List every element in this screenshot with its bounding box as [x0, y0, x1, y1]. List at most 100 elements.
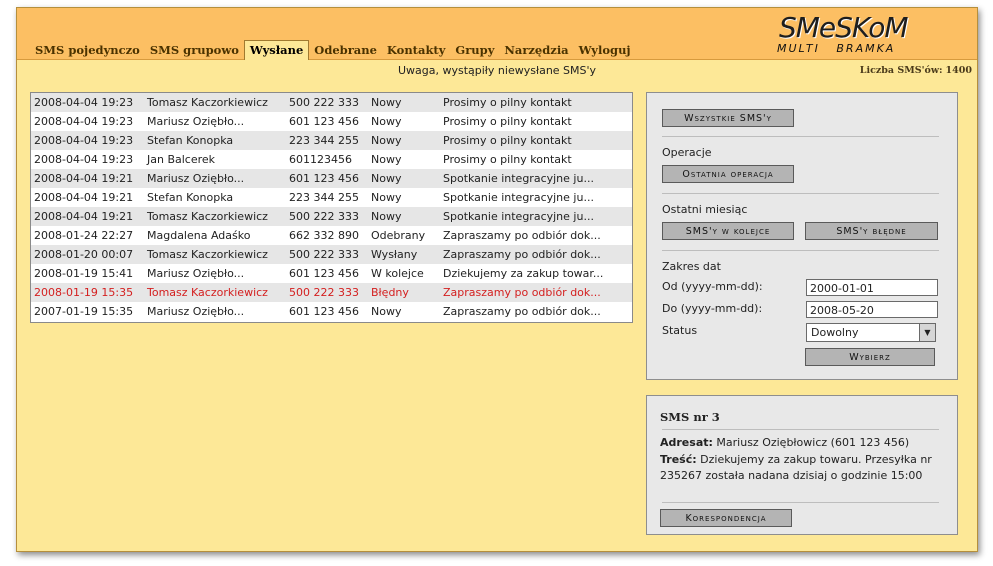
last-operation-button[interactable]: Ostatnia operacja	[662, 165, 794, 183]
cell-name: Stefan Konopka	[144, 131, 286, 150]
cell-text: Zapraszamy po odbiór dok...	[440, 245, 632, 264]
cell-text: Dziekujemy za zakup towar...	[440, 264, 632, 283]
all-sms-button[interactable]: Wszystkie SMS'y	[662, 109, 794, 127]
separator	[662, 429, 939, 430]
sent-messages-table: 2008-04-04 19:23 Tomasz Kaczorkiewicz 500 …	[30, 92, 633, 323]
recipient-line: Adresat: Mariusz Oziębłowicz (601 123 45…	[660, 435, 943, 451]
content-label: Treść:	[660, 453, 697, 466]
cell-text: Zapraszamy po odbiór dok...	[440, 283, 632, 302]
separator	[662, 193, 939, 194]
nav-tab[interactable]: Narzędzia	[499, 41, 573, 59]
table-row[interactable]: 2008-04-04 19:23 Stefan Konopka 223 344 25…	[31, 131, 632, 150]
cell-text: Prosimy o pilny kontakt	[440, 93, 632, 112]
nav-tab[interactable]: SMS pojedynczo	[30, 41, 145, 59]
cell-text: Zapraszamy po odbiór dok...	[440, 226, 632, 245]
date-range-label: Zakres dat	[662, 260, 721, 273]
table-row[interactable]: 2008-01-20 00:07 Tomasz Kaczorkiewicz 500 …	[31, 245, 632, 264]
table-row[interactable]: 2008-01-19 15:35 Tomasz Kaczorkiewicz 500 …	[31, 283, 632, 302]
separator	[662, 250, 939, 251]
table-row[interactable]: 2008-04-04 19:21 Mariusz Oziębło... 601 12…	[31, 169, 632, 188]
warning-message: Uwaga, wystąpiły niewysłane SMS'y	[397, 64, 597, 77]
recipient-label: Adresat:	[660, 436, 713, 449]
cell-phone: 500 222 333	[286, 245, 368, 264]
choose-button[interactable]: Wybierz	[805, 348, 935, 366]
cell-date: 2008-01-19 15:41	[31, 264, 144, 283]
cell-text: Spotkanie integracyjne ju...	[440, 169, 632, 188]
cell-phone: 500 222 333	[286, 93, 368, 112]
table-row[interactable]: 2008-04-04 19:23 Tomasz Kaczorkiewicz 500 …	[31, 93, 632, 112]
separator	[662, 502, 939, 503]
operations-label: Operacje	[662, 146, 712, 159]
filter-panel: Wszystkie SMS'y Operacje Ostatnia operac…	[646, 92, 958, 380]
app-window: SMS pojedynczo SMS grupowo Wysłane Odebrane…	[16, 7, 978, 552]
cell-name: Mariusz Oziębło...	[144, 302, 286, 321]
nav-tab[interactable]: Odebrane	[309, 41, 382, 59]
status-select-value: Dowolny	[811, 326, 859, 339]
cell-text: Prosimy o pilny kontakt	[440, 112, 632, 131]
cell-date: 2008-01-20 00:07	[31, 245, 144, 264]
correspondence-button[interactable]: Korespondencja	[660, 509, 792, 527]
cell-phone: 223 344 255	[286, 188, 368, 207]
cell-status: Nowy	[368, 169, 440, 188]
table-row[interactable]: 2007-01-19 15:35 Mariusz Oziębło... 601 12…	[31, 302, 632, 321]
cell-status: Nowy	[368, 302, 440, 321]
main-nav: SMS pojedynczo SMS grupowo Wysłane Odebrane…	[30, 40, 636, 60]
sent-messages-body: 2008-04-04 19:23 Tomasz Kaczorkiewicz 500 …	[31, 93, 632, 321]
cell-text: Zapraszamy po odbiór dok...	[440, 302, 632, 321]
cell-name: Tomasz Kaczorkiewicz	[144, 283, 286, 302]
cell-date: 2008-04-04 19:21	[31, 169, 144, 188]
logo-subtitle: MULTI BRAMKA	[777, 42, 896, 55]
status-select[interactable]: Dowolny ▼	[806, 323, 936, 342]
cell-name: Stefan Konopka	[144, 188, 286, 207]
nav-tab[interactable]: Kontakty	[382, 41, 451, 59]
cell-status: Nowy	[368, 112, 440, 131]
cell-name: Jan Balcerek	[144, 150, 286, 169]
cell-status: Nowy	[368, 207, 440, 226]
cell-text: Spotkanie integracyjne ju...	[440, 188, 632, 207]
cell-status: Nowy	[368, 150, 440, 169]
cell-name: Tomasz Kaczorkiewicz	[144, 93, 286, 112]
table-row[interactable]: 2008-01-24 22:27 Magdalena Adaśko 662 332 …	[31, 226, 632, 245]
cell-name: Tomasz Kaczorkiewicz	[144, 245, 286, 264]
cell-status: Odebrany	[368, 226, 440, 245]
sms-detail-panel: SMS nr 3 Adresat: Mariusz Oziębłowicz (6…	[646, 395, 958, 535]
cell-date: 2008-04-04 19:21	[31, 207, 144, 226]
content-line: Treść: Dziekujemy za zakup towaru. Przes…	[660, 452, 943, 484]
cell-name: Mariusz Oziębło...	[144, 264, 286, 283]
cell-date: 2008-01-24 22:27	[31, 226, 144, 245]
cell-text: Prosimy o pilny kontakt	[440, 150, 632, 169]
cell-date: 2008-04-04 19:23	[31, 131, 144, 150]
cell-phone: 601 123 456	[286, 112, 368, 131]
cell-text: Prosimy o pilny kontakt	[440, 131, 632, 150]
cell-status: Wysłany	[368, 245, 440, 264]
cell-name: Tomasz Kaczorkiewicz	[144, 207, 286, 226]
cell-phone: 223 344 255	[286, 131, 368, 150]
cell-status: Nowy	[368, 93, 440, 112]
nav-tab[interactable]: Wyloguj	[574, 41, 636, 59]
cell-name: Mariusz Oziębło...	[144, 112, 286, 131]
separator	[662, 136, 939, 137]
from-date-label: Od (yyyy-mm-dd):	[662, 280, 763, 293]
from-date-input[interactable]: 2000-01-01	[806, 279, 938, 296]
table-row[interactable]: 2008-01-19 15:41 Mariusz Oziębło... 601 12…	[31, 264, 632, 283]
table-row[interactable]: 2008-04-04 19:23 Jan Balcerek 601123456 Now…	[31, 150, 632, 169]
table-row[interactable]: 2008-04-04 19:23 Mariusz Oziębło... 601 12…	[31, 112, 632, 131]
cell-date: 2008-04-04 19:23	[31, 150, 144, 169]
error-sms-button[interactable]: SMS'y błędne	[805, 222, 938, 240]
chevron-down-icon[interactable]: ▼	[919, 324, 935, 341]
sms-detail-title: SMS nr 3	[660, 410, 720, 424]
table-row[interactable]: 2008-04-04 19:21 Tomasz Kaczorkiewicz 500 …	[31, 207, 632, 226]
cell-date: 2008-04-04 19:21	[31, 188, 144, 207]
cell-phone: 662 332 890	[286, 226, 368, 245]
nav-tab[interactable]: Grupy	[450, 41, 499, 59]
cell-phone: 601123456	[286, 150, 368, 169]
nav-tab[interactable]: SMS grupowo	[145, 41, 244, 59]
queue-sms-button[interactable]: SMS'y w kolejce	[662, 222, 794, 240]
to-date-input[interactable]: 2008-05-20	[806, 301, 938, 318]
content-value: Dziekujemy za zakup towaru. Przesyłka nr…	[660, 453, 932, 482]
cell-name: Mariusz Oziębło...	[144, 169, 286, 188]
cell-date: 2008-01-19 15:35	[31, 283, 144, 302]
table-row[interactable]: 2008-04-04 19:21 Stefan Konopka 223 344 25…	[31, 188, 632, 207]
cell-phone: 500 222 333	[286, 207, 368, 226]
nav-tab[interactable]: Wysłane	[243, 40, 310, 60]
